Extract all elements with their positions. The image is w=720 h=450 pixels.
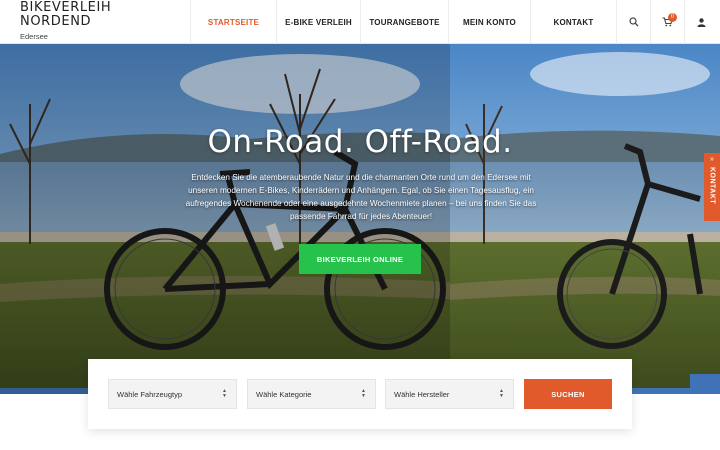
- chevron-double-icon: »: [710, 156, 714, 163]
- hero-title: On-Road. Off-Road.: [207, 124, 513, 160]
- logo-line-1: BIKEVERLEIH: [20, 0, 112, 15]
- manufacturer-select[interactable]: Wähle Hersteller ▲ ▼: [385, 379, 514, 409]
- nav-item-mein-konto[interactable]: MEIN KONTO: [448, 0, 530, 44]
- kontakt-side-tab[interactable]: » KONTAKT: [704, 153, 720, 221]
- site-logo[interactable]: BIKEVERLEIH NORDEND Edersee: [20, 0, 180, 42]
- category-value: Wähle Kategorie: [256, 389, 312, 399]
- nav-item-kontakt[interactable]: KONTAKT: [530, 0, 616, 44]
- nav-item-tourangebote[interactable]: TOURANGEBOTE: [360, 0, 448, 44]
- manufacturer-value: Wähle Hersteller: [394, 389, 450, 399]
- category-select[interactable]: Wähle Kategorie ▲ ▼: [247, 379, 376, 409]
- hero-description: Entdecken Sie die atemberaubende Natur u…: [185, 173, 537, 221]
- page: BIKEVERLEIH NORDEND Edersee STARTSEITE E…: [0, 0, 720, 450]
- search-icon: [628, 17, 638, 27]
- select-arrows-icon: ▲ ▼: [499, 388, 504, 399]
- logo-line-2: NORDEND: [20, 14, 92, 29]
- vehicle-type-select[interactable]: Wähle Fahrzeugtyp ▲ ▼: [108, 379, 237, 409]
- select-arrows-icon: ▲ ▼: [361, 388, 366, 399]
- select-arrows-icon: ▲ ▼: [222, 388, 227, 399]
- bikeverleih-online-button[interactable]: BIKEVERLEIH ONLINE: [299, 244, 421, 274]
- hero-banner: On-Road. Off-Road. Entdecken Sie die ate…: [0, 44, 720, 394]
- nav-item-startseite[interactable]: STARTSEITE: [190, 0, 276, 44]
- logo-subtitle: Edersee: [20, 32, 48, 41]
- cart-count-badge: 0: [668, 13, 677, 22]
- main-nav: STARTSEITE E-BIKE VERLEIH TOURANGEBOTE M…: [190, 0, 718, 44]
- vehicle-type-value: Wähle Fahrzeugtyp: [117, 389, 183, 399]
- search-submit-button[interactable]: SUCHEN: [524, 379, 612, 409]
- nav-item-e-bike-verleih[interactable]: E-BIKE VERLEIH: [276, 0, 360, 44]
- user-icon: [697, 17, 706, 27]
- vehicle-search-panel: Wähle Fahrzeugtyp ▲ ▼ Wähle Kategorie ▲ ▼ …: [88, 359, 632, 429]
- site-header: BIKEVERLEIH NORDEND Edersee STARTSEITE E…: [0, 0, 720, 44]
- search-button[interactable]: [616, 0, 650, 44]
- account-button[interactable]: [684, 0, 718, 44]
- cart-button[interactable]: 0: [650, 0, 684, 44]
- kontakt-side-tab-label: KONTAKT: [708, 167, 716, 205]
